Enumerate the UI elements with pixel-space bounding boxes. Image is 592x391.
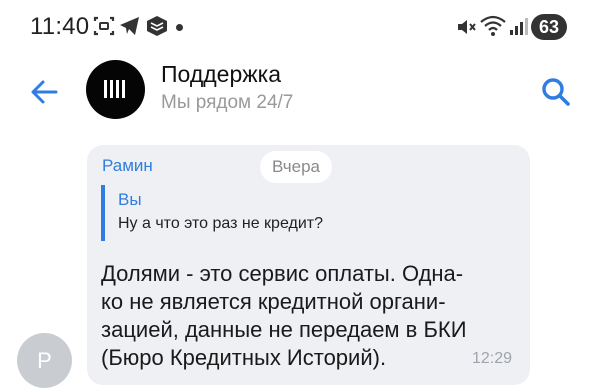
back-arrow-icon[interactable] xyxy=(28,76,60,108)
message-bubble[interactable]: Рамин Вчера Вы Ну а что это раз не креди… xyxy=(87,145,530,385)
telegram-icon xyxy=(120,17,139,35)
message-line: Долями - это сервис оплаты. Одна- xyxy=(101,261,464,286)
sender-name[interactable]: Рамин xyxy=(102,156,153,176)
message-line: (Бюро Кредитных Историй). xyxy=(101,345,387,370)
search-icon[interactable] xyxy=(538,74,574,110)
notification-dot xyxy=(176,24,183,31)
battery-indicator: 63 xyxy=(531,14,567,40)
status-time: 11:40 xyxy=(30,13,90,40)
signal-icon xyxy=(510,18,528,35)
mute-icon xyxy=(458,20,476,34)
chat-header: Поддержка Мы рядом 24/7 xyxy=(0,52,592,132)
status-bar: 11:40 63 xyxy=(0,0,592,52)
sender-avatar[interactable]: Р xyxy=(17,333,72,388)
chat-title[interactable]: Поддержка xyxy=(161,61,281,88)
reply-quote[interactable]: Вы Ну а что это раз не кредит? xyxy=(101,185,401,241)
message-line: ко не является кредитной органи- xyxy=(101,289,446,314)
chat-subtitle: Мы рядом 24/7 xyxy=(161,92,294,113)
screenshot-icon xyxy=(93,16,115,36)
reply-text: Ну а что это раз не кредит? xyxy=(118,215,323,232)
message-time: 12:29 xyxy=(472,350,513,367)
message-text: Долями - это сервис оплаты. Одна- ко не … xyxy=(101,260,521,372)
wifi-icon xyxy=(480,15,506,36)
support-avatar[interactable] xyxy=(86,60,145,119)
date-separator: Вчера xyxy=(260,151,332,183)
reply-author: Вы xyxy=(118,190,142,209)
message-line: зацией, данные не передаем в БКИ xyxy=(101,317,467,342)
vk-icon xyxy=(147,16,167,36)
